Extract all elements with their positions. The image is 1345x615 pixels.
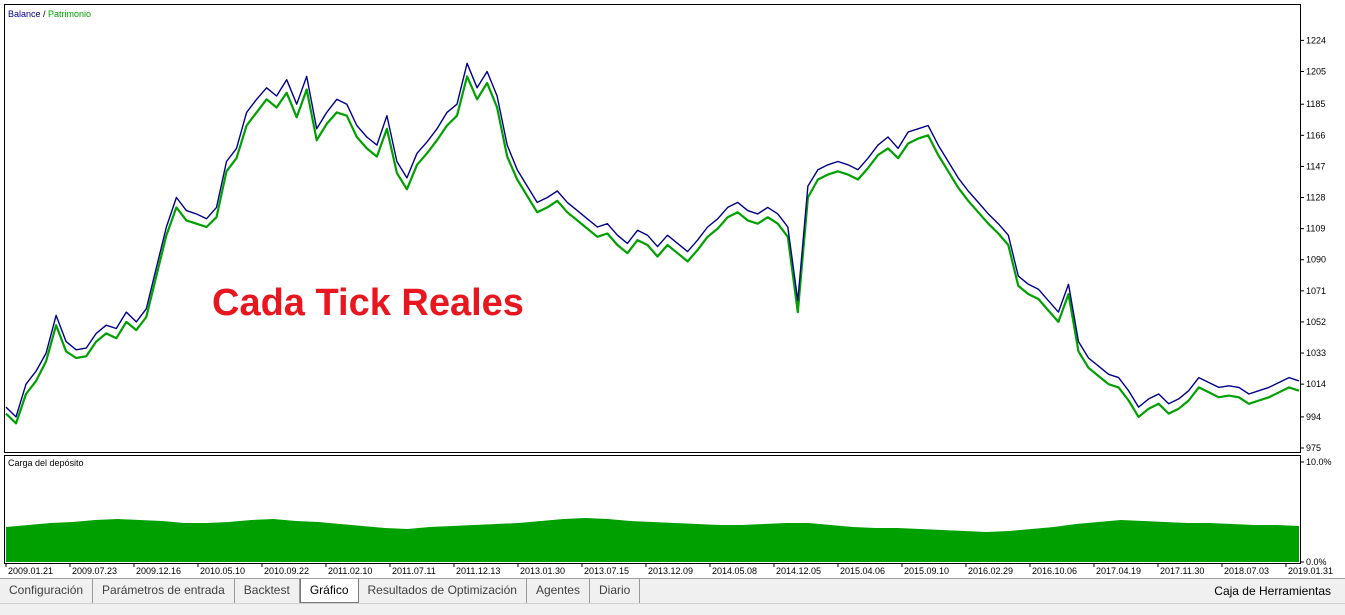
tab-backtest[interactable]: Backtest [235, 579, 300, 603]
chart-area: 1224 1205 1185 1166 1147 1128 1109 1090 1071 1052… [0, 0, 1345, 578]
x-tick-label: 2009.07.23 [72, 566, 117, 576]
status-bar [0, 603, 1345, 615]
y-tick-label: 975 [1306, 443, 1321, 453]
y-tick-label: 1128 [1306, 193, 1325, 203]
y-tick-label: 1109 [1306, 224, 1325, 234]
legend-balance: Balance [8, 9, 41, 19]
x-tick-label: 2015.09.10 [904, 566, 949, 576]
tab-bar: Configuración Parámetros de entrada Backte… [0, 578, 1345, 603]
y-tick-label: 1090 [1306, 255, 1326, 265]
y-tick-label: 1033 [1306, 348, 1326, 358]
tab-gráfico[interactable]: Gráfico [299, 579, 359, 603]
x-tick-label: 2011.12.13 [456, 566, 500, 576]
tab-parámetros-de-entrada[interactable]: Parámetros de entrada [93, 579, 235, 603]
y-tick-label: 1185 [1306, 99, 1325, 109]
y-tick-label: 1071 [1306, 286, 1326, 296]
deposit-load-area [6, 518, 1299, 562]
tab-configuración[interactable]: Configuración [0, 579, 94, 603]
x-axis: 2009.01.21 2009.07.23 2009.12.16 2010.05.10… [5, 564, 1333, 576]
x-tick-label: 2009.12.16 [136, 566, 181, 576]
x-tick-label: 2016.02.29 [968, 566, 1013, 576]
y-tick-label: 994 [1306, 412, 1321, 422]
tab-diario[interactable]: Diario [590, 579, 641, 603]
y-tick-label: 1052 [1306, 317, 1326, 327]
x-tick-label: 2011.02.10 [328, 566, 372, 576]
x-tick-label: 2019.01.31 [1288, 566, 1333, 576]
main-plot-frame [4, 4, 1301, 453]
x-tick-label: 2011.07.11 [392, 566, 436, 576]
x-tick-label: 2010.05.10 [200, 566, 245, 576]
x-tick-label: 2017.04.19 [1096, 566, 1141, 576]
y-tick-label: 1147 [1306, 161, 1325, 171]
x-tick-label: 2014.05.08 [712, 566, 757, 576]
legend: Balance / Patrimonio [8, 9, 91, 19]
legend-separator: / [41, 9, 49, 19]
x-tick-label: 2013.12.09 [648, 566, 693, 576]
y-tick-label: 1224 [1306, 35, 1326, 45]
x-tick-label: 2010.09.22 [264, 566, 309, 576]
load-title: Carga del depósito [8, 458, 84, 468]
y-tick-label: 1166 [1306, 130, 1325, 140]
y-tick-label: 1205 [1306, 66, 1326, 76]
x-tick-label: 2014.12.05 [776, 566, 821, 576]
x-tick-label: 2015.04.06 [840, 566, 885, 576]
load-tick-label: 10.0% [1306, 457, 1332, 467]
x-tick-label: 2013.01.30 [520, 566, 565, 576]
tabs: Configuración Parámetros de entrada Backte… [0, 579, 641, 603]
y-tick-label: 1014 [1306, 379, 1326, 389]
tab-resultados-de-optimización[interactable]: Resultados de Optimización [359, 579, 527, 603]
legend-equity: Patrimonio [48, 9, 91, 19]
x-tick-label: 2018.07.03 [1224, 566, 1269, 576]
x-tick-label: 2013.07.15 [584, 566, 629, 576]
x-tick-label: 2009.01.21 [8, 566, 53, 576]
toolbox-label[interactable]: Caja de Herramientas [1214, 579, 1331, 603]
overlay-title: Cada Tick Reales [212, 282, 524, 324]
x-tick-label: 2017.11.30 [1160, 566, 1204, 576]
x-tick-label: 2016.10.06 [1032, 566, 1077, 576]
tab-agentes[interactable]: Agentes [527, 579, 590, 603]
deposit-load-fill [6, 518, 1299, 562]
